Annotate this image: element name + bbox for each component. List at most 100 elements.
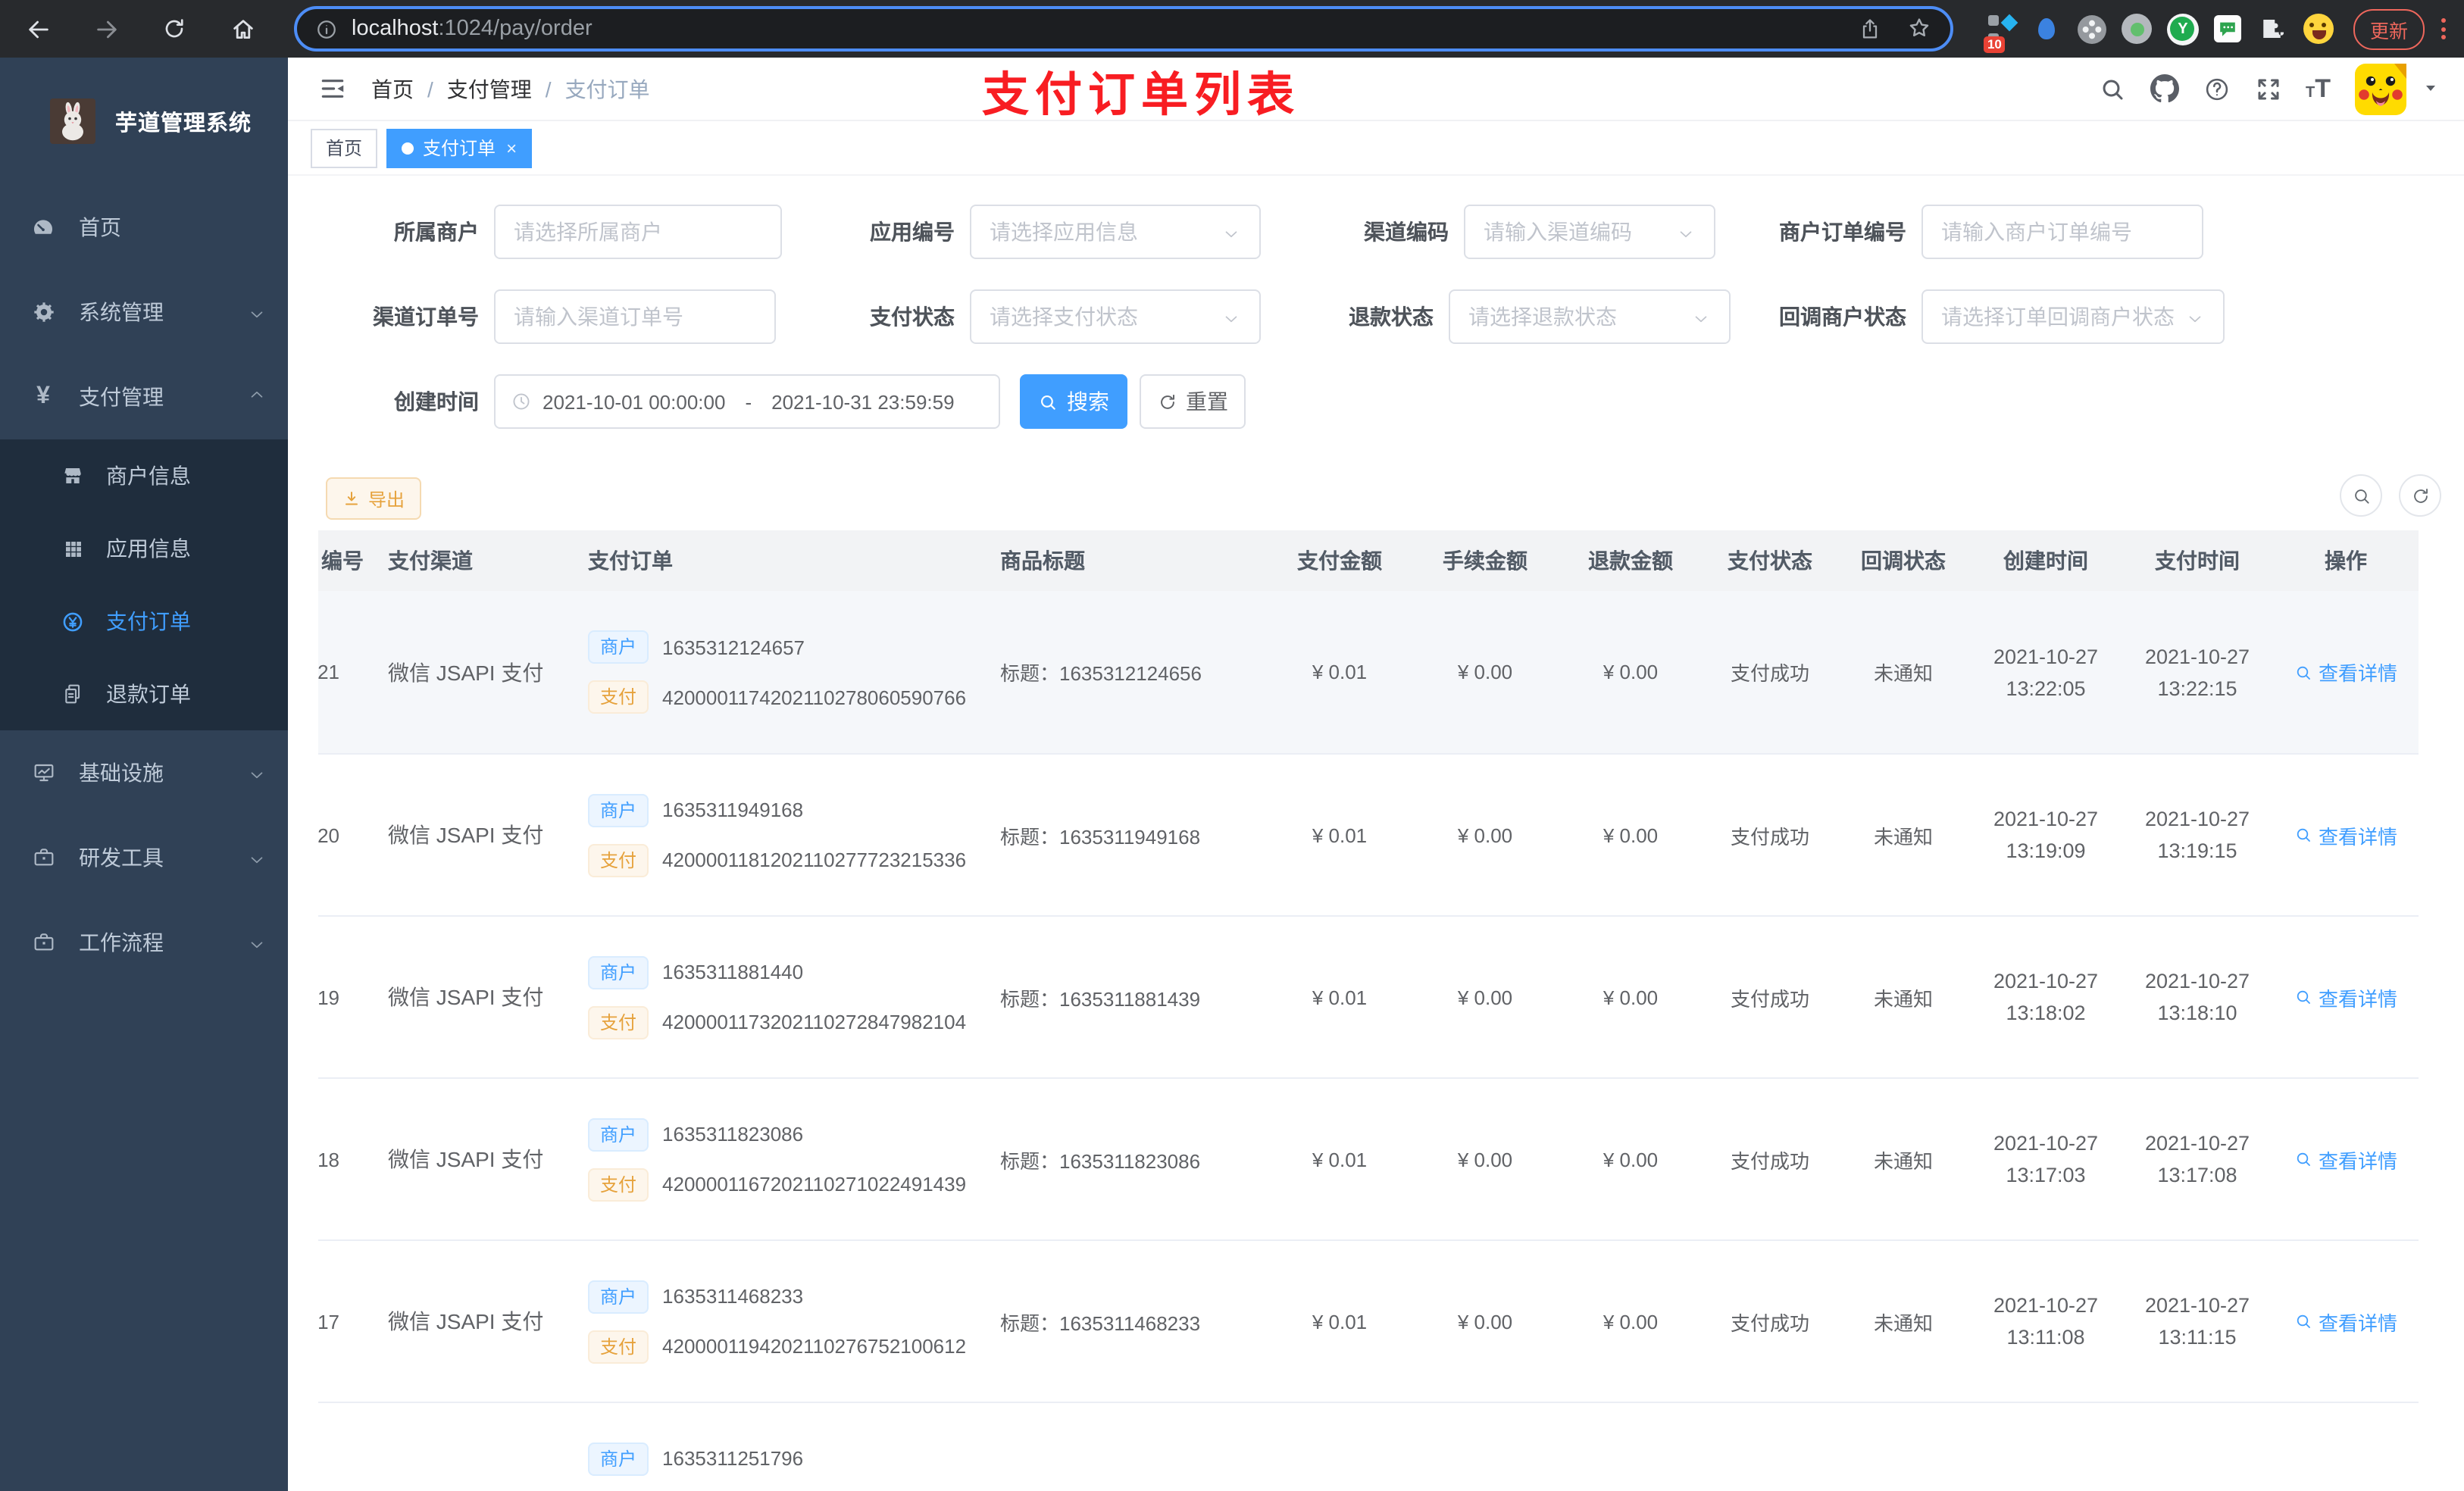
pay-order-no: 4200001174202110278060590766: [662, 686, 967, 708]
breadcrumb-separator: /: [427, 77, 433, 101]
reload-icon[interactable]: [149, 6, 200, 52]
chevron-down-icon: [2185, 305, 2205, 329]
extension-record-icon[interactable]: [2122, 13, 2153, 45]
sidebar-item-payment[interactable]: ¥ 支付管理: [0, 355, 288, 439]
avatar[interactable]: [2355, 63, 2406, 114]
bookmark-star-icon[interactable]: [1906, 15, 1932, 42]
browser-menu-icon[interactable]: [2441, 18, 2446, 39]
breadcrumb-payment[interactable]: 支付管理: [447, 73, 532, 104]
merchant-order-no: 1635311823086: [662, 1123, 804, 1146]
active-dot: [402, 142, 414, 154]
view-detail-link[interactable]: 查看详情: [2294, 983, 2397, 1011]
channel-code-select[interactable]: 请输入渠道编码: [1464, 205, 1715, 259]
field-label: 所属商户: [394, 220, 479, 244]
table-header-cell: 手续金额: [1443, 549, 1527, 573]
table-row: 18 微信 JSAPI 支付 商户 1635311823086 支付 4200001…: [318, 1077, 2419, 1239]
pay-order-line: 支付 4200001194202110276752100612: [588, 1330, 966, 1363]
briefcase-icon: [30, 930, 56, 955]
view-detail-link[interactable]: 查看详情: [2294, 1307, 2397, 1336]
cell-channel: 微信 JSAPI 支付: [388, 1147, 544, 1171]
font-size-icon[interactable]: TT: [2306, 76, 2331, 102]
filter-app: 应用编号 请选择应用信息: [788, 205, 1261, 259]
sidebar-item-dev-tools[interactable]: 研发工具: [0, 815, 288, 900]
app-title: 芋道管理系统: [115, 111, 252, 136]
filter-channel-code: 渠道编码 请输入渠道编码: [1288, 205, 1715, 259]
info-icon[interactable]: [315, 17, 338, 40]
hamburger-icon[interactable]: [318, 74, 347, 103]
extension-emoji-icon[interactable]: [2303, 13, 2335, 45]
extension-chat-icon[interactable]: [2212, 13, 2244, 45]
cell-refund: ¥ 0.00: [1603, 661, 1659, 683]
help-icon[interactable]: [2203, 75, 2230, 102]
table-body: 21 微信 JSAPI 支付 商户 1635312124657 支付 4200001…: [318, 591, 2419, 1491]
extension-balloon-icon[interactable]: [2031, 13, 2062, 45]
channel-order-no-input[interactable]: [514, 305, 756, 329]
extension-puzzle-icon[interactable]: [2258, 13, 2290, 45]
view-detail-link[interactable]: 查看详情: [2294, 658, 2397, 686]
app-logo[interactable]: 芋道管理系统: [0, 58, 288, 185]
created-time: 2021-10-27 13:17:03: [1993, 1132, 2099, 1186]
cell-paid: 2021-10-27 13:19:15: [2122, 755, 2273, 915]
github-icon[interactable]: [2150, 74, 2178, 103]
address-bar[interactable]: localhost:1024/pay/order: [294, 6, 1953, 52]
tags-view: 首页 支付订单 ×: [288, 121, 2464, 176]
refund-status-select[interactable]: 请选择退款状态: [1449, 289, 1731, 344]
reset-button[interactable]: 重置: [1140, 374, 1246, 429]
breadcrumb-home[interactable]: 首页: [371, 73, 414, 104]
sidebar-item-merchant-info[interactable]: 商户信息: [0, 439, 288, 512]
notify-status-select[interactable]: 请选择订单回调商户状态: [1921, 289, 2225, 344]
pay-order-no: 4200001167202110271022491439: [662, 1173, 967, 1196]
cell-title: 标题：1635311468233: [1000, 1311, 1201, 1334]
sidebar-item-infra[interactable]: 基础设施: [0, 730, 288, 815]
extension-workspaces-icon[interactable]: 10: [1983, 13, 2018, 52]
clock-icon: [511, 391, 532, 412]
date-range-input[interactable]: 2021-10-01 00:00:00 - 2021-10-31 23:59:5…: [494, 374, 1000, 429]
back-icon[interactable]: [12, 6, 64, 52]
home-icon[interactable]: [217, 6, 268, 52]
tab-home[interactable]: 首页: [311, 128, 378, 167]
fullscreen-icon[interactable]: [2254, 75, 2281, 102]
browser-update-button[interactable]: 更新: [2353, 8, 2425, 49]
search-icon[interactable]: [2098, 75, 2125, 102]
sidebar-item-refund-order[interactable]: 退款订单: [0, 658, 288, 730]
share-icon[interactable]: [1858, 15, 1882, 42]
paid-time: 2021-10-27 13:17:08: [2144, 1132, 2250, 1186]
chevron-down-icon: [247, 300, 267, 324]
app-select[interactable]: 请选择应用信息: [970, 205, 1261, 259]
sidebar-item-system[interactable]: 系统管理: [0, 270, 288, 355]
merchant-order-no-input[interactable]: [1941, 220, 2184, 244]
page-body: 所属商户 应用编号 请选择应用信息 渠道编码 请输入渠道编码 商户订单编号: [288, 176, 2464, 1491]
toggle-search-button[interactable]: [2340, 474, 2382, 517]
date-separator: -: [745, 390, 752, 413]
select-placeholder: 请输入渠道编码: [1484, 220, 1632, 244]
caret-down-icon[interactable]: [2422, 75, 2440, 102]
search-button[interactable]: 搜索: [1020, 374, 1127, 429]
table-header-cell: 支付金额: [1297, 549, 1382, 573]
sidebar-item-pay-order[interactable]: 支付订单: [0, 585, 288, 658]
extension-clover-icon[interactable]: [2076, 13, 2108, 45]
merchant-input[interactable]: [514, 220, 762, 244]
pay-status-select[interactable]: 请选择支付状态: [970, 289, 1261, 344]
view-detail-link[interactable]: 查看详情: [2294, 1145, 2397, 1174]
select-placeholder: 请选择退款状态: [1468, 305, 1617, 329]
export-button[interactable]: 导出: [326, 477, 422, 520]
forward-icon[interactable]: [80, 6, 132, 52]
pay-tag: 支付: [588, 1330, 649, 1363]
sidebar-item-app-info[interactable]: 应用信息: [0, 512, 288, 585]
browser-toolbar: localhost:1024/pay/order 10 Y 更新: [0, 0, 2464, 58]
export-button-label: 导出: [368, 489, 405, 510]
tab-pay-order[interactable]: 支付订单 ×: [386, 128, 533, 167]
sidebar-item-workflow[interactable]: 工作流程: [0, 900, 288, 985]
cell-status: 支付成功: [1730, 1149, 1809, 1172]
screen: localhost:1024/pay/order 10 Y 更新 芋道管理系统: [0, 0, 2464, 1491]
select-placeholder: 请选择订单回调商户状态: [1941, 305, 2175, 329]
sidebar-item-label: 支付管理: [79, 385, 164, 409]
close-icon[interactable]: ×: [506, 139, 517, 157]
cell-id: 18: [318, 1148, 339, 1171]
sidebar-item-home[interactable]: 首页: [0, 185, 288, 270]
view-detail-link[interactable]: 查看详情: [2294, 821, 2397, 849]
view-detail-label: 查看详情: [2318, 1311, 2397, 1334]
refresh-button[interactable]: [2399, 474, 2441, 517]
extension-y-icon[interactable]: Y: [2166, 13, 2199, 45]
cell-status: 支付成功: [1730, 1311, 1809, 1334]
